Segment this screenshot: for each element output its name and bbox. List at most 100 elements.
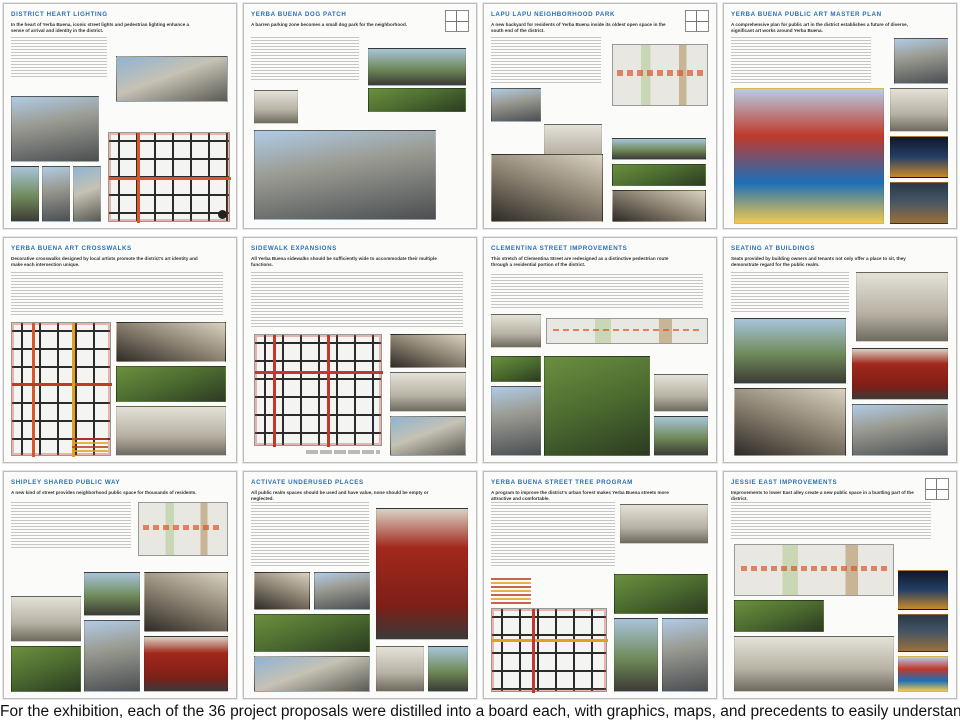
board-photo bbox=[368, 48, 466, 86]
board-photo bbox=[734, 388, 846, 456]
board-art-crosswalks[interactable]: Yerba Buena Art Crosswalks Decorative cr… bbox=[3, 237, 237, 463]
board-body-text bbox=[251, 272, 463, 328]
site-plan bbox=[612, 44, 708, 106]
board-title: Yerba Buena Public Art Master Plan bbox=[731, 11, 882, 18]
board-activate-underused-places[interactable]: Activate Underused Places All public rea… bbox=[243, 471, 477, 699]
board-photo bbox=[734, 600, 824, 632]
board-yerba-buena-dog-patch[interactable]: Yerba Buena Dog Patch A barren parking z… bbox=[243, 3, 477, 229]
board-photo bbox=[491, 314, 541, 348]
board-shipley-shared-public-way[interactable]: Shipley Shared Public Way A new kind of … bbox=[3, 471, 237, 699]
board-lapu-lapu-park[interactable]: Lapu Lapu Neighborhood Park A new backya… bbox=[483, 3, 717, 229]
board-photo bbox=[890, 88, 948, 132]
board-photo bbox=[852, 348, 948, 400]
board-photo bbox=[491, 88, 541, 122]
board-photo bbox=[11, 166, 39, 222]
board-photo bbox=[614, 618, 658, 692]
board-photo bbox=[116, 406, 226, 456]
board-sidewalk-expansions[interactable]: Sidewalk Expansions All Yerba Buena side… bbox=[243, 237, 477, 463]
locator-map-icon bbox=[925, 478, 949, 500]
sidewalk-map bbox=[254, 334, 383, 447]
board-seating-at-buildings[interactable]: Seating at Buildings Seats provided by b… bbox=[723, 237, 957, 463]
crosswalk-map bbox=[11, 322, 112, 457]
board-street-tree-program[interactable]: Yerba Buena Street Tree Program A progra… bbox=[483, 471, 717, 699]
board-photo bbox=[11, 96, 99, 162]
board-body-text bbox=[731, 502, 931, 540]
board-photo bbox=[73, 166, 101, 222]
board-title: Sidewalk Expansions bbox=[251, 245, 337, 252]
board-photo bbox=[254, 90, 298, 124]
board-body-text bbox=[251, 502, 369, 566]
board-title: Yerba Buena Art Crosswalks bbox=[11, 245, 132, 252]
board-subtitle: This stretch of Clementina Street are re… bbox=[491, 256, 669, 267]
board-photo bbox=[894, 38, 948, 84]
board-subtitle: A program to improve the district's urba… bbox=[491, 490, 669, 501]
board-photo bbox=[612, 190, 706, 222]
board-photo bbox=[376, 508, 468, 640]
board-grid: District Heart Lighting In the heart of … bbox=[3, 3, 957, 699]
board-photo bbox=[42, 166, 70, 222]
locator-map-icon bbox=[445, 10, 469, 32]
board-photo bbox=[254, 130, 436, 220]
board-photo bbox=[890, 182, 948, 224]
board-photo bbox=[491, 356, 541, 382]
board-photo bbox=[898, 570, 948, 610]
board-title: Activate Underused Places bbox=[251, 479, 364, 486]
board-body-text bbox=[491, 37, 601, 85]
board-photo bbox=[734, 88, 884, 224]
map-legend bbox=[306, 450, 380, 454]
board-subtitle: All Yerba Buena sidewalks should be suff… bbox=[251, 256, 437, 267]
board-photo bbox=[734, 318, 846, 384]
board-photo bbox=[852, 404, 948, 456]
board-clementina-street[interactable]: Clementina Street Improvements This stre… bbox=[483, 237, 717, 463]
board-subtitle: Decorative crosswalks designed by local … bbox=[11, 256, 198, 267]
map-legend bbox=[491, 578, 531, 604]
board-subtitle: A new backyard for residents of Yerba Bu… bbox=[491, 22, 666, 33]
board-photo bbox=[491, 386, 541, 456]
locator-map-icon bbox=[685, 10, 709, 32]
board-photo bbox=[898, 614, 948, 652]
board-photo bbox=[620, 504, 708, 544]
board-photo bbox=[144, 572, 228, 632]
board-body-text bbox=[731, 37, 871, 83]
street-plan bbox=[546, 318, 708, 344]
board-photo bbox=[11, 646, 81, 692]
board-title: Jessie East Improvements bbox=[731, 479, 838, 486]
board-title: Shipley Shared Public Way bbox=[11, 479, 121, 486]
board-photo bbox=[734, 636, 894, 692]
board-subtitle: A new kind of street provides neighborho… bbox=[11, 490, 197, 495]
board-title: Yerba Buena Street Tree Program bbox=[491, 479, 633, 486]
board-photo bbox=[144, 636, 228, 692]
board-photo bbox=[254, 614, 370, 652]
board-body-text bbox=[11, 502, 131, 548]
board-photo bbox=[84, 572, 140, 616]
board-photo bbox=[491, 154, 603, 222]
board-photo bbox=[84, 620, 140, 692]
map-legend bbox=[72, 438, 108, 452]
board-body-text bbox=[491, 502, 615, 566]
board-subtitle: All public realm spaces should be used a… bbox=[251, 490, 429, 501]
board-photo bbox=[662, 618, 708, 692]
board-photo bbox=[890, 136, 948, 178]
board-photo bbox=[654, 374, 708, 412]
site-plan bbox=[734, 544, 894, 596]
board-body-text bbox=[491, 274, 703, 308]
board-district-heart-lighting[interactable]: District Heart Lighting In the heart of … bbox=[3, 3, 237, 229]
north-arrow-icon bbox=[218, 210, 227, 219]
board-photo bbox=[254, 656, 370, 692]
board-body-text bbox=[11, 272, 223, 316]
board-subtitle: A barren parking zone becomes a small do… bbox=[251, 22, 408, 27]
board-photo bbox=[856, 272, 948, 342]
board-photo bbox=[428, 646, 468, 692]
board-subtitle: A comprehensive plan for public art in t… bbox=[731, 22, 908, 33]
board-jessie-east-improvements[interactable]: Jessie East Improvements Improvements to… bbox=[723, 471, 957, 699]
tree-map bbox=[491, 608, 608, 693]
board-public-art-master-plan[interactable]: Yerba Buena Public Art Master Plan A com… bbox=[723, 3, 957, 229]
street-plan bbox=[138, 502, 228, 556]
board-photo bbox=[11, 596, 81, 642]
board-body-text bbox=[11, 37, 107, 77]
exhibition-caption: For the exhibition, each of the 36 proje… bbox=[0, 703, 960, 720]
board-body-text bbox=[251, 37, 359, 81]
board-photo bbox=[614, 574, 708, 614]
board-title: Seating at Buildings bbox=[731, 245, 816, 252]
board-photo bbox=[368, 88, 466, 112]
